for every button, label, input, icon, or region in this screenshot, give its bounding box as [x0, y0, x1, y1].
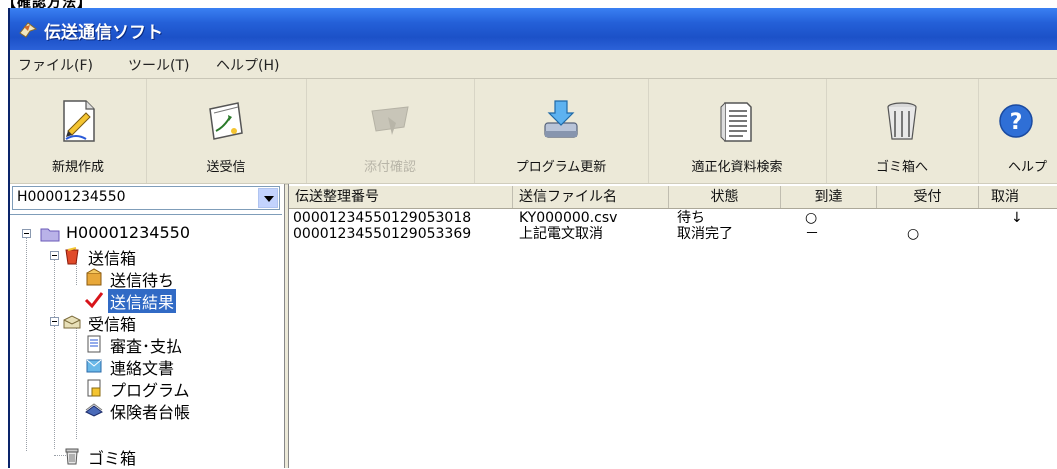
- attachment-check-button[interactable]: 添付確認: [306, 79, 475, 183]
- tree-node-outbox-results-label: 送信結果: [108, 289, 177, 313]
- table-row[interactable]: 00001234550129053018 KY000000.csv 待ち ○ ↓: [289, 210, 1057, 226]
- checkmark-icon: [84, 292, 104, 309]
- chevron-down-icon: [264, 196, 274, 202]
- collapse-root-toggle[interactable]: [22, 229, 31, 238]
- collapse-inbox-toggle[interactable]: [50, 317, 59, 326]
- application-window: 伝送通信ソフト ファイル(F) ツール(T) ヘルプ(H) 新規作成 送受信 添…: [8, 8, 1057, 468]
- tree-node-root-label: H00001234550: [66, 223, 191, 242]
- account-combo-value: H00001234550: [17, 189, 126, 205]
- column-header-arrival[interactable]: 到達: [781, 186, 877, 208]
- move-to-trash-label: ゴミ箱へ: [875, 160, 928, 175]
- tree-node-inbox-notices-label: 連絡文書: [110, 359, 175, 378]
- combo-dropdown-button[interactable]: [258, 188, 278, 208]
- menu-help[interactable]: ヘルプ(H): [216, 55, 279, 75]
- cell-receipt: ○: [907, 226, 920, 242]
- program-update-button[interactable]: プログラム更新: [474, 79, 649, 183]
- cell-transmission-id: 00001234550129053369: [293, 226, 472, 242]
- column-header-cancel[interactable]: 取消: [979, 186, 1057, 208]
- column-header-transmission-id[interactable]: 伝送整理番号: [289, 186, 513, 208]
- tree-line: [76, 323, 77, 439]
- tree-node-inbox-programs-label: プログラム: [110, 381, 190, 400]
- tree-line: [54, 255, 55, 449]
- document-icon: [87, 335, 101, 353]
- help-button[interactable]: ? ヘルプ: [978, 79, 1057, 183]
- column-header-file-name[interactable]: 送信ファイル名: [513, 186, 669, 208]
- tree-node-inbox-insurers-label: 保険者台帳: [110, 403, 191, 422]
- document-search-icon: [720, 102, 752, 142]
- svg-text:?: ?: [1010, 110, 1023, 135]
- document-search-button[interactable]: 適正化資料検索: [648, 79, 827, 183]
- send-receive-label: 送受信: [206, 160, 246, 175]
- new-document-icon: [63, 100, 95, 142]
- collapse-outbox-toggle[interactable]: [50, 251, 59, 260]
- tree-line: [26, 233, 27, 451]
- menu-file[interactable]: ファイル(F): [18, 55, 93, 75]
- folder-tree: H00001234550 送信箱 送信待ち 送信結果 受信箱 審査･支払 連絡文…: [10, 214, 282, 469]
- cell-arrival: －: [805, 226, 819, 242]
- cell-status: 待ち: [677, 210, 705, 226]
- list-header: 伝送整理番号 送信ファイル名 状態 到達 受付 取消: [289, 186, 1057, 209]
- table-row[interactable]: 00001234550129053369 上記電文取消 取消完了 － ○: [289, 226, 1057, 242]
- tree-node-trash-label: ゴミ箱: [88, 449, 137, 468]
- inbox-icon: [63, 315, 81, 329]
- program-update-icon: [544, 100, 578, 138]
- cell-arrival: ○: [805, 210, 818, 226]
- pending-box-icon: [86, 268, 102, 286]
- cell-status: 取消完了: [677, 226, 733, 242]
- document-search-label: 適正化資料検索: [691, 160, 783, 175]
- title-bar[interactable]: 伝送通信ソフト: [10, 8, 1057, 50]
- tree-node-inbox-label: 受信箱: [88, 315, 137, 334]
- send-receive-icon: [209, 102, 243, 140]
- menu-tools[interactable]: ツール(T): [128, 55, 189, 75]
- send-receive-button[interactable]: 送受信: [146, 79, 307, 183]
- trash-icon: [887, 102, 917, 140]
- toolbar: 新規作成 送受信 添付確認 プログラム更新 適正化資料検索 ゴミ箱へ ? ヘルプ: [10, 79, 1057, 185]
- cell-file-name: 上記電文取消: [519, 226, 603, 242]
- app-icon: [19, 22, 38, 38]
- folder-pane: H00001234550 H00001234550 送信箱 送信待ち 送信結果 …: [10, 184, 285, 468]
- outbox-icon: [65, 247, 79, 265]
- notice-icon: [86, 359, 102, 373]
- new-button[interactable]: 新規作成: [10, 79, 147, 183]
- cell-cancel: ↓: [1011, 210, 1023, 226]
- trash-icon: [65, 448, 79, 465]
- cell-transmission-id: 00001234550129053018: [293, 210, 472, 226]
- tree-node-outbox-pending-label: 送信待ち: [110, 271, 175, 290]
- menu-bar: ファイル(F) ツール(T) ヘルプ(H): [10, 50, 1057, 79]
- new-button-label: 新規作成: [51, 160, 104, 175]
- column-header-status[interactable]: 状態: [669, 186, 781, 208]
- attachment-check-label: 添付確認: [363, 160, 416, 175]
- folder-icon: [40, 228, 60, 242]
- account-combo[interactable]: H00001234550: [12, 186, 280, 210]
- tree-node-inbox-review-label: 審査･支払: [110, 337, 183, 356]
- column-header-receipt[interactable]: 受付: [877, 186, 979, 208]
- help-icon: ?: [999, 104, 1033, 138]
- program-update-label: プログラム更新: [515, 160, 607, 175]
- tree-node-outbox-label: 送信箱: [88, 249, 137, 268]
- program-icon: [87, 379, 101, 397]
- attachment-check-icon: [371, 106, 409, 135]
- ledger-icon: [85, 403, 103, 417]
- message-list: 伝送整理番号 送信ファイル名 状態 到達 受付 取消 0000123455012…: [288, 184, 1057, 468]
- cell-file-name: KY000000.csv: [519, 210, 618, 226]
- move-to-trash-button[interactable]: ゴミ箱へ: [826, 79, 979, 183]
- help-label: ヘルプ: [1008, 160, 1048, 175]
- window-title: 伝送通信ソフト: [44, 23, 163, 43]
